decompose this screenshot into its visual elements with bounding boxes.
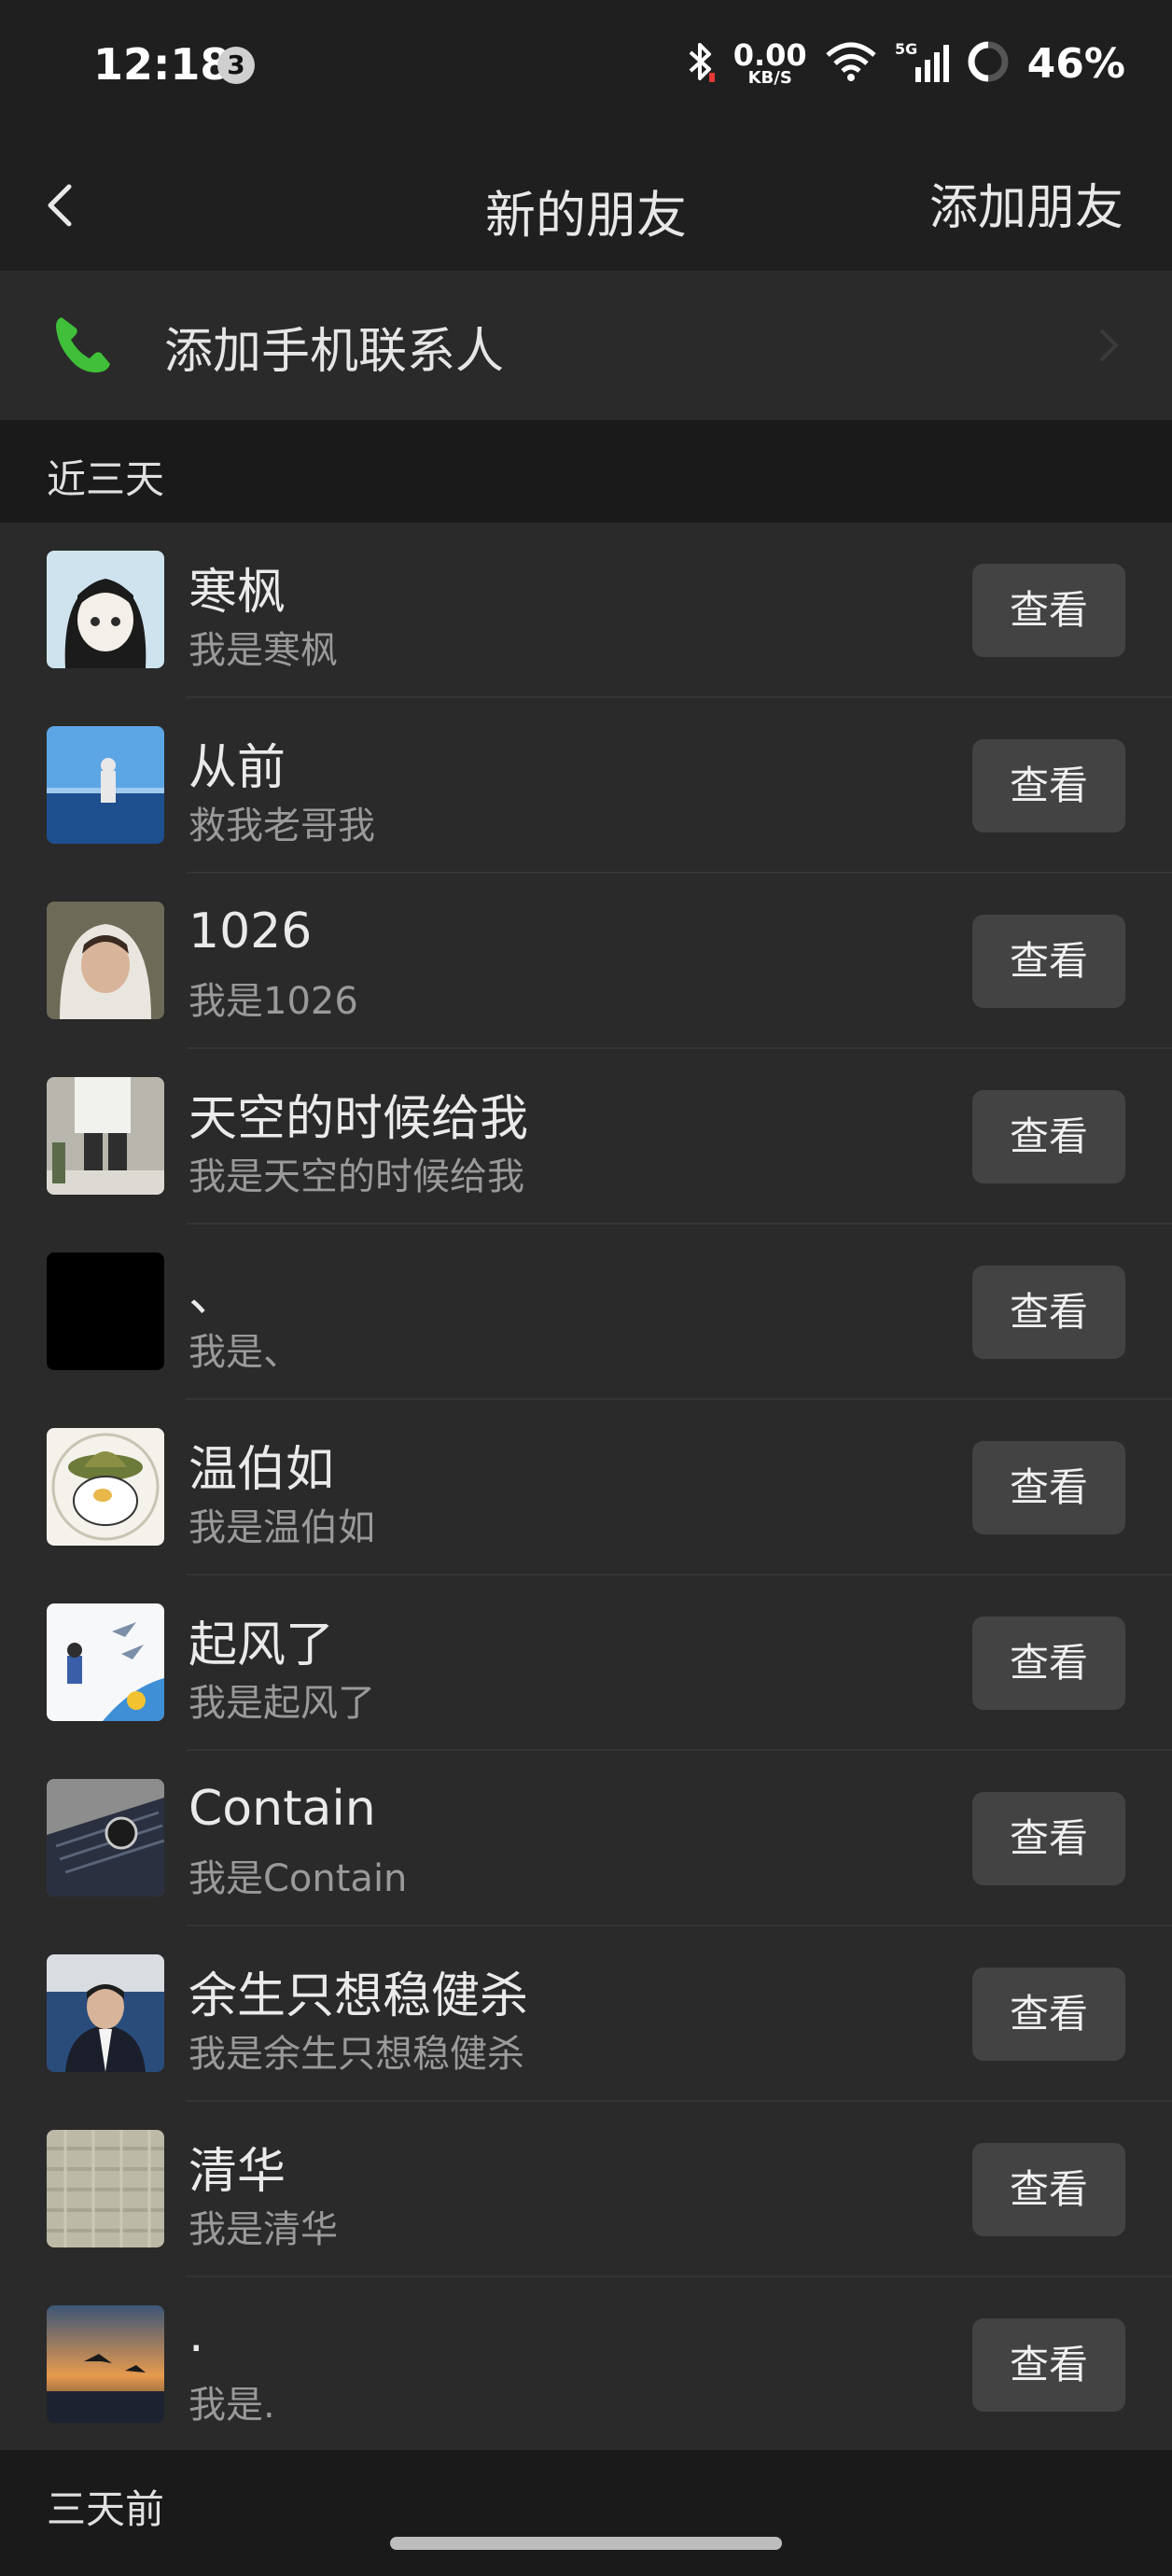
friend-request-list: 寒枫 我是寒枫 查看 从前 救我老哥我 查看 1026 我是1026 查看 天空… — [0, 523, 1172, 2450]
section-header-older: 三天前 — [0, 2450, 1172, 2576]
request-name: 起风了 — [188, 1617, 335, 1673]
view-button[interactable]: 查看 — [972, 739, 1125, 833]
status-time: 12:18 — [93, 39, 230, 90]
view-button[interactable]: 查看 — [972, 1441, 1125, 1534]
avatar — [47, 551, 164, 668]
request-name: 天空的时候给我 — [188, 1091, 529, 1147]
list-item[interactable]: 天空的时候给我 我是天空的时候给我 查看 — [0, 1049, 1172, 1225]
avatar — [47, 726, 164, 844]
section-header-recent: 近三天 — [0, 420, 1172, 523]
status-bar: 12:18 3 0.00 KB/S 5G 46% — [0, 0, 1172, 140]
request-note: 我是Contain — [188, 1857, 408, 1900]
request-note: 我是清华 — [188, 2208, 338, 2251]
request-note: 我是温伯如 — [188, 1506, 375, 1549]
request-note: 我是寒枫 — [188, 629, 338, 672]
battery-ring-icon — [966, 39, 1011, 88]
list-item[interactable]: 、 我是、 查看 — [0, 1225, 1172, 1400]
request-note: 救我老哥我 — [188, 805, 375, 847]
request-note: 我是起风了 — [188, 1682, 375, 1725]
list-item[interactable]: . 我是. 查看 — [0, 2277, 1172, 2453]
avatar — [47, 1077, 164, 1195]
view-button[interactable]: 查看 — [972, 1617, 1125, 1710]
request-name: 从前 — [188, 740, 286, 796]
avatar — [47, 1253, 164, 1370]
list-item[interactable]: 起风了 我是起风了 查看 — [0, 1575, 1172, 1751]
notification-badge: 3 — [217, 47, 255, 84]
list-item[interactable]: Contain 我是Contain 查看 — [0, 1751, 1172, 1926]
list-item[interactable]: 寒枫 我是寒枫 查看 — [0, 523, 1172, 698]
list-item[interactable]: 1026 我是1026 查看 — [0, 874, 1172, 1049]
request-name: 、 — [188, 1267, 238, 1323]
avatar — [47, 1954, 164, 2072]
phone-icon — [49, 308, 119, 379]
view-button[interactable]: 查看 — [972, 915, 1125, 1008]
request-name: Contain — [188, 1781, 376, 1837]
network-type-label: 5G — [895, 40, 917, 58]
net-speed: 0.00 KB/S — [732, 37, 807, 88]
view-button[interactable]: 查看 — [972, 1266, 1125, 1359]
view-button[interactable]: 查看 — [972, 2318, 1125, 2412]
avatar — [47, 2305, 164, 2423]
view-button[interactable]: 查看 — [972, 2143, 1125, 2236]
bluetooth-icon — [685, 39, 717, 88]
request-name: . — [188, 2307, 204, 2363]
home-indicator[interactable] — [390, 2537, 782, 2550]
request-name: 余生只想稳健杀 — [188, 1968, 529, 2024]
avatar — [47, 1779, 164, 1897]
add-friend-button[interactable]: 添加朋友 — [929, 168, 1123, 238]
section-label: 三天前 — [47, 2486, 165, 2532]
request-note: 我是余生只想稳健杀 — [188, 2033, 524, 2076]
request-name: 温伯如 — [188, 1442, 335, 1498]
list-item[interactable]: 清华 我是清华 查看 — [0, 2102, 1172, 2277]
avatar — [47, 902, 164, 1019]
list-item[interactable]: 温伯如 我是温伯如 查看 — [0, 1400, 1172, 1575]
avatar — [47, 2130, 164, 2247]
chevron-right-icon — [1090, 319, 1127, 371]
add-phone-contacts-label: 添加手机联系人 — [164, 324, 505, 380]
nav-header: 新的朋友 添加朋友 — [0, 140, 1172, 271]
request-note: 我是天空的时候给我 — [188, 1155, 524, 1198]
list-item[interactable]: 从前 救我老哥我 查看 — [0, 698, 1172, 874]
view-button[interactable]: 查看 — [972, 1792, 1125, 1885]
request-note: 我是、 — [188, 1331, 300, 1374]
request-name: 清华 — [188, 2144, 286, 2200]
battery-percent: 46% — [1026, 39, 1125, 88]
view-button[interactable]: 查看 — [972, 1090, 1125, 1183]
cellular-signal-icon: 5G — [895, 39, 949, 88]
avatar — [47, 1603, 164, 1721]
wifi-icon — [824, 40, 878, 87]
request-name: 寒枫 — [188, 565, 286, 621]
add-phone-contacts-row[interactable]: 添加手机联系人 — [0, 271, 1172, 420]
request-name: 1026 — [188, 903, 313, 959]
request-note: 我是1026 — [188, 980, 358, 1023]
list-item[interactable]: 余生只想稳健杀 我是余生只想稳健杀 查看 — [0, 1926, 1172, 2102]
view-button[interactable]: 查看 — [972, 1967, 1125, 2061]
request-note: 我是. — [188, 2384, 275, 2427]
section-label: 近三天 — [47, 456, 165, 502]
avatar — [47, 1428, 164, 1546]
view-button[interactable]: 查看 — [972, 564, 1125, 657]
status-icons: 0.00 KB/S 5G 46% — [685, 35, 1125, 91]
